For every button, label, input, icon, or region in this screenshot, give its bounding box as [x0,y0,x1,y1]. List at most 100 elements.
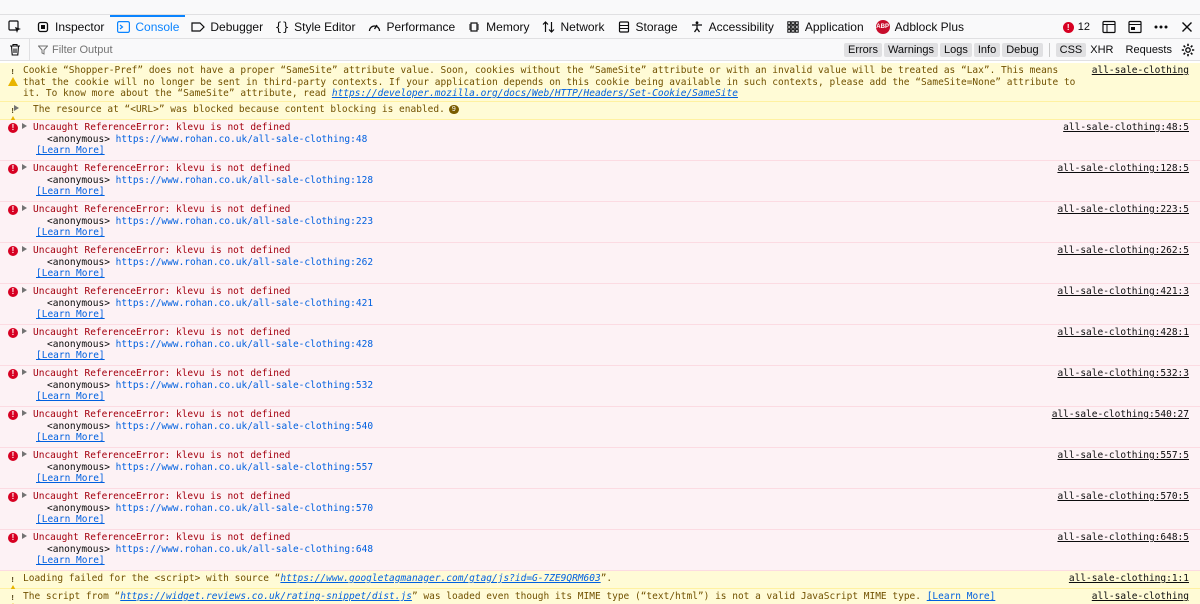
tab-inspector[interactable]: Inspector [30,15,110,39]
filter-errors-button[interactable]: Errors [844,43,882,57]
tab-debugger[interactable]: Debugger [185,15,269,39]
frame-url-link[interactable]: https://www.rohan.co.uk/all-sale-clothin… [116,134,368,145]
warning-message-cookie[interactable]: Cookie “Shopper-Pref” does not have a pr… [0,63,1200,102]
frame-function: <anonymous> [47,543,110,555]
frame-url-link[interactable]: https://www.rohan.co.uk/all-sale-clothin… [116,216,373,227]
learn-more-link[interactable]: [Learn More] [29,555,1085,567]
frame-url-link[interactable]: https://www.rohan.co.uk/all-sale-clothin… [116,503,373,514]
expand-arrow-icon[interactable] [22,533,27,539]
filter-css-button[interactable]: CSS [1055,43,1087,57]
message-location-link[interactable]: all-sale-clothing:1:1 [1069,573,1189,585]
error-icon: ! [8,123,18,133]
tab-adblock-plus[interactable]: ABP Adblock Plus [870,15,970,39]
expand-arrow-icon[interactable] [22,410,27,416]
frame-url-link[interactable]: https://www.rohan.co.uk/all-sale-clothin… [116,544,373,555]
more-options-button[interactable] [1148,15,1174,39]
error-icon: ! [8,328,18,338]
learn-more-link[interactable]: [Learn More] [29,309,1085,321]
expand-arrow-icon[interactable] [14,105,19,111]
error-message[interactable]: ! Uncaught ReferenceError: klevu is not d… [0,366,1200,407]
error-message[interactable]: ! Uncaught ReferenceError: klevu is not d… [0,202,1200,243]
tab-performance[interactable]: Performance [361,15,461,39]
error-message[interactable]: ! Uncaught ReferenceError: klevu is not d… [0,161,1200,202]
tab-accessibility[interactable]: Accessibility [684,15,780,39]
error-message[interactable]: ! Uncaught ReferenceError: klevu is not d… [0,407,1200,448]
frame-url-link[interactable]: https://www.rohan.co.uk/all-sale-clothin… [116,257,373,268]
learn-more-link[interactable]: [Learn More] [29,145,1085,157]
expand-arrow-icon[interactable] [22,205,27,211]
expand-arrow-icon[interactable] [22,246,27,252]
filter-output-input[interactable] [52,43,252,56]
error-message[interactable]: ! Uncaught ReferenceError: klevu is not d… [0,243,1200,284]
tab-storage[interactable]: Storage [611,15,684,39]
console-output[interactable]: Cookie “Shopper-Pref” does not have a pr… [0,63,1200,604]
tab-application[interactable]: Application [780,15,870,39]
filter-info-button[interactable]: Info [973,43,1001,57]
warning-message-loading-failed[interactable]: Loading failed for the <script> with sou… [0,571,1200,594]
frame-url-link[interactable]: https://www.rohan.co.uk/all-sale-clothin… [116,175,373,186]
message-location-link[interactable]: all-sale-clothing:532:3 [1057,368,1189,380]
error-message[interactable]: ! Uncaught ReferenceError: klevu is not d… [0,448,1200,489]
console-settings-button[interactable] [1176,43,1200,57]
learn-more-link[interactable]: [Learn More] [29,227,1085,239]
learn-more-link[interactable]: [Learn More] [29,186,1085,198]
learn-more-link[interactable]: [Learn More] [29,350,1085,362]
expand-arrow-icon[interactable] [22,492,27,498]
message-location-link[interactable]: all-sale-clothing:421:3 [1057,286,1189,298]
learn-more-link[interactable]: [Learn More] [29,391,1085,403]
element-picker-button[interactable] [0,15,30,39]
warning-message-blocked[interactable]: The resource at “<URL>” was blocked beca… [0,102,1200,125]
message-location-link[interactable]: all-sale-clothing [1092,65,1189,77]
expand-arrow-icon[interactable] [22,328,27,334]
error-message[interactable]: ! Uncaught ReferenceError: klevu is not d… [0,284,1200,325]
message-location-link[interactable]: all-sale-clothing:223:5 [1057,204,1189,216]
message-location-link[interactable]: all-sale-clothing:540:27 [1052,409,1189,421]
error-message[interactable]: ! Uncaught ReferenceError: klevu is not d… [0,489,1200,530]
filter-warnings-button[interactable]: Warnings [883,43,939,57]
frame-url-link[interactable]: https://www.rohan.co.uk/all-sale-clothin… [116,298,373,309]
learn-more-link[interactable]: [Learn More] [29,432,1085,444]
error-count-button[interactable]: ! 12 [1057,21,1096,33]
frame-url-link[interactable]: https://www.rohan.co.uk/all-sale-clothin… [116,462,373,473]
message-location-link[interactable]: all-sale-clothing [1092,591,1189,603]
clear-console-button[interactable] [0,38,30,61]
tab-memory[interactable]: Memory [461,15,535,39]
warning-message-mime[interactable]: The script from “https://widget.reviews.… [0,589,1200,604]
expand-arrow-icon[interactable] [22,123,27,129]
message-link[interactable]: https://www.googletagmanager.com/gtag/js… [280,573,600,584]
frame-url-link[interactable]: https://www.rohan.co.uk/all-sale-clothin… [116,421,373,432]
message-location-link[interactable]: all-sale-clothing:557:5 [1057,450,1189,462]
expand-arrow-icon[interactable] [22,451,27,457]
filter-logs-button[interactable]: Logs [940,43,972,57]
tab-style-editor[interactable]: {} Style Editor [269,15,361,39]
message-location-link[interactable]: all-sale-clothing:128:5 [1057,163,1189,175]
message-location-link[interactable]: all-sale-clothing:570:5 [1057,491,1189,503]
tab-console[interactable]: Console [110,14,186,39]
stack-frame: <anonymous> https://www.rohan.co.uk/all-… [33,175,1085,187]
toggle-split-button[interactable] [1122,15,1148,39]
filter-requests-button[interactable]: Requests [1122,43,1176,57]
frame-url-link[interactable]: https://www.rohan.co.uk/all-sale-clothin… [116,339,373,350]
tab-network[interactable]: Network [536,15,611,39]
learn-more-link[interactable]: [Learn More] [29,268,1085,280]
message-link[interactable]: https://widget.reviews.co.uk/rating-snip… [120,591,412,602]
close-devtools-button[interactable] [1174,15,1200,39]
error-message[interactable]: ! Uncaught ReferenceError: klevu is not d… [0,120,1200,161]
message-location-link[interactable]: all-sale-clothing:428:1 [1057,327,1189,339]
frame-url-link[interactable]: https://www.rohan.co.uk/all-sale-clothin… [116,380,373,391]
error-message[interactable]: ! Uncaught ReferenceError: klevu is not d… [0,530,1200,571]
responsive-design-button[interactable] [1096,15,1122,39]
message-location-link[interactable]: all-sale-clothing:48:5 [1063,122,1189,134]
expand-arrow-icon[interactable] [22,369,27,375]
message-link[interactable]: https://developer.mozilla.org/docs/Web/H… [332,88,738,99]
learn-more-link[interactable]: [Learn More] [29,514,1085,526]
error-message[interactable]: ! Uncaught ReferenceError: klevu is not d… [0,325,1200,366]
learn-more-link[interactable]: [Learn More] [927,591,996,602]
filter-xhr-button[interactable]: XHR [1086,43,1117,57]
expand-arrow-icon[interactable] [22,287,27,293]
message-location-link[interactable]: all-sale-clothing:262:5 [1057,245,1189,257]
learn-more-link[interactable]: [Learn More] [29,473,1085,485]
message-location-link[interactable]: all-sale-clothing:648:5 [1057,532,1189,544]
expand-arrow-icon[interactable] [22,164,27,170]
filter-debug-button[interactable]: Debug [1002,43,1043,57]
